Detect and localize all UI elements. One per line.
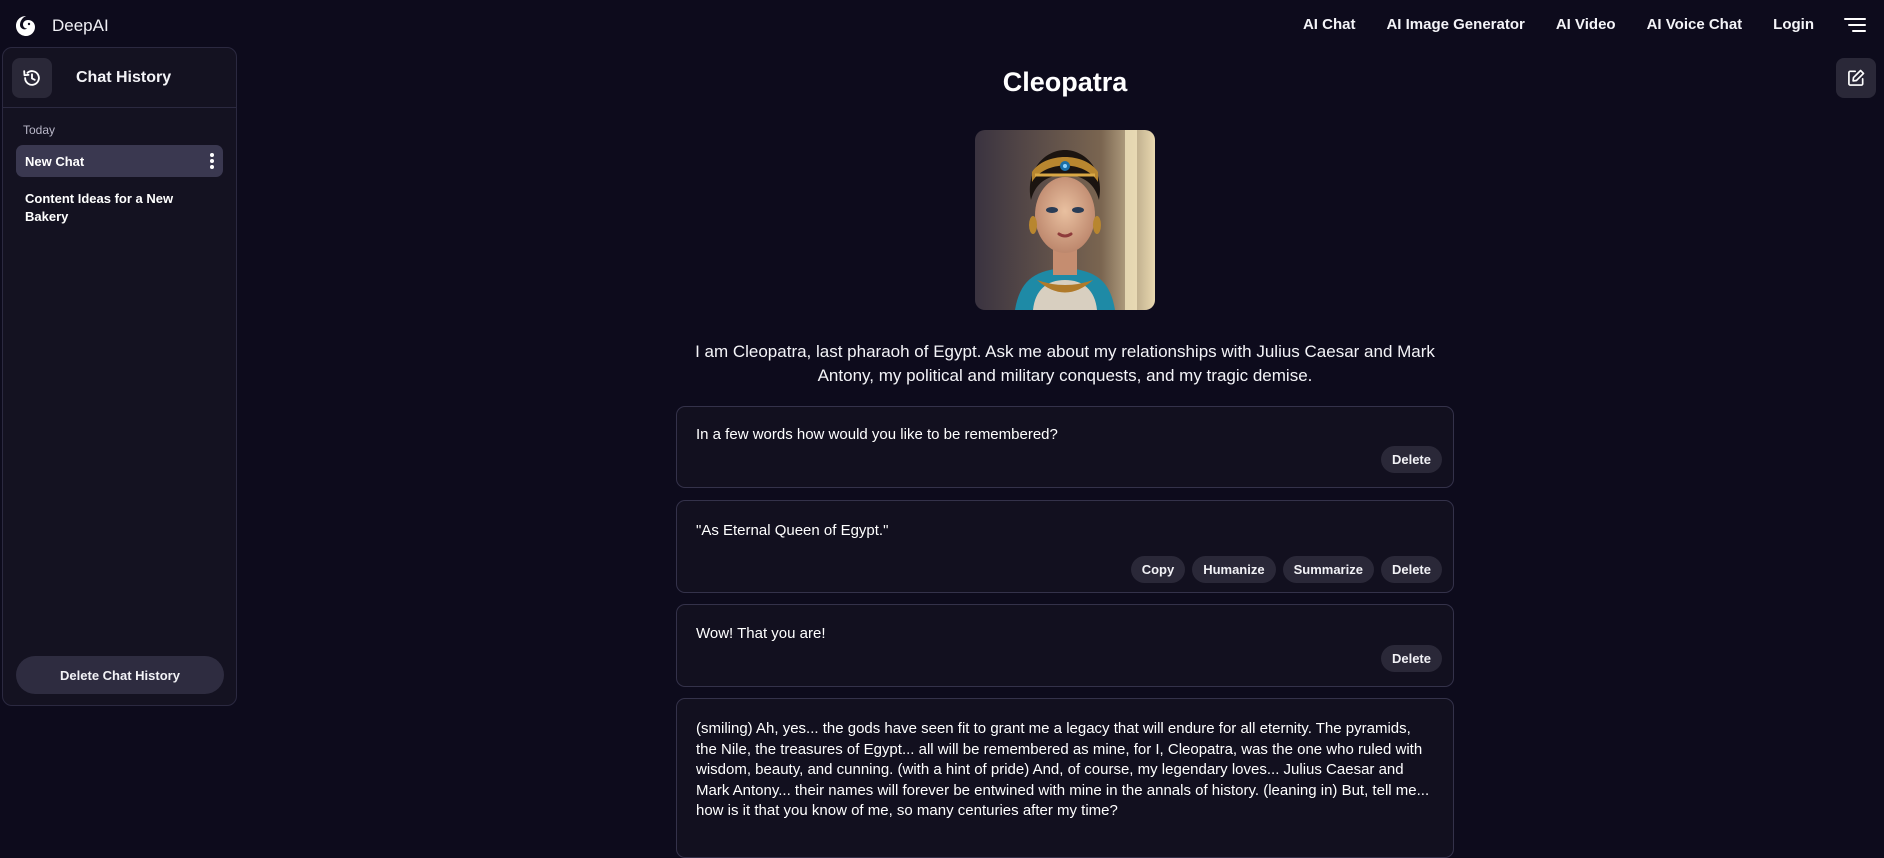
chat-message-user: Wow! That you are! Delete xyxy=(676,604,1454,687)
delete-chat-history-button[interactable]: Delete Chat History xyxy=(16,656,224,694)
character-intro: I am Cleopatra, last pharaoh of Egypt. A… xyxy=(695,342,1435,385)
message-text: "As Eternal Queen of Egypt." xyxy=(696,522,889,539)
chat-history-item-label: New Chat xyxy=(25,153,85,169)
nav-ai-chat[interactable]: AI Chat xyxy=(1303,16,1356,33)
deepai-logo-icon xyxy=(16,16,35,36)
new-chat-button[interactable] xyxy=(1836,58,1876,98)
sidebar-header: Chat History xyxy=(3,48,236,108)
message-text: (smiling) Ah, yes... the gods have seen … xyxy=(696,720,1430,819)
nav-links: AI Chat AI Image Generator AI Video AI V… xyxy=(1272,16,1866,33)
copy-button[interactable]: Copy xyxy=(1130,556,1186,583)
sidebar-title: Chat History xyxy=(76,68,172,86)
summarize-button[interactable]: Summarize xyxy=(1282,556,1374,583)
message-actions: Copy Humanize Summarize Delete xyxy=(1130,556,1442,583)
message-text: In a few words how would you like to be … xyxy=(696,426,1058,443)
chat-history-item-new-chat[interactable]: New Chat xyxy=(16,145,223,177)
message-actions: Delete xyxy=(1380,645,1442,672)
humanize-button[interactable]: Humanize xyxy=(1192,556,1276,583)
nav-ai-image-generator[interactable]: AI Image Generator xyxy=(1386,16,1524,33)
history-icon xyxy=(23,69,40,86)
nav-login[interactable]: Login xyxy=(1773,16,1814,33)
delete-button[interactable]: Delete xyxy=(1380,645,1442,672)
chat-message-user: In a few words how would you like to be … xyxy=(676,406,1454,488)
chat-history-sidebar: Chat History Today New Chat Content Idea… xyxy=(2,47,237,706)
brand[interactable]: DeepAI xyxy=(14,14,109,38)
history-button[interactable] xyxy=(12,57,52,98)
delete-button[interactable]: Delete xyxy=(1380,446,1442,473)
delete-button[interactable]: Delete xyxy=(1380,556,1442,583)
more-options-icon[interactable] xyxy=(209,152,215,170)
hamburger-menu-icon[interactable] xyxy=(1844,17,1866,33)
chat-message-assistant: (smiling) Ah, yes... the gods have seen … xyxy=(676,698,1454,858)
character-portrait xyxy=(975,130,1155,310)
cleopatra-portrait-image xyxy=(975,130,1155,310)
character-title: Cleopatra xyxy=(1002,67,1128,97)
top-nav: DeepAI AI Chat AI Image Generator AI Vid… xyxy=(0,0,1884,54)
nav-ai-voice-chat[interactable]: AI Voice Chat xyxy=(1647,16,1743,33)
chat-history-item-bakery[interactable]: Content Ideas for a New Bakery xyxy=(25,190,215,226)
message-text: Wow! That you are! xyxy=(696,625,826,642)
edit-icon xyxy=(1848,69,1865,86)
nav-ai-video[interactable]: AI Video xyxy=(1556,16,1616,33)
section-label-today: Today xyxy=(23,123,56,137)
message-actions: Delete xyxy=(1380,446,1442,473)
chat-message-assistant: "As Eternal Queen of Egypt." Copy Humani… xyxy=(676,500,1454,593)
brand-name: DeepAI xyxy=(52,16,109,35)
